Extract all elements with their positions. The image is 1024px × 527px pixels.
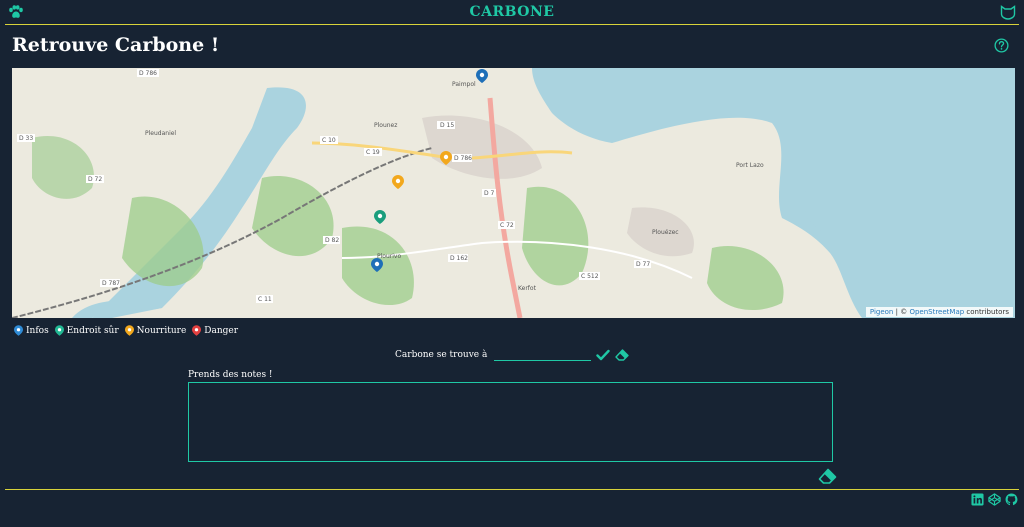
map[interactable]: D 786 Paimpol Plourivo Pleudaniel Ploune…: [12, 68, 1015, 318]
map-label: D 786: [454, 155, 472, 162]
legend-item-danger: Danger: [192, 325, 238, 336]
legend-label: Nourriture: [136, 325, 187, 336]
map-label: Kerfot: [518, 285, 537, 292]
eraser-icon[interactable]: [818, 468, 837, 484]
map-label: D 787: [102, 280, 120, 287]
location-input[interactable]: [494, 349, 592, 361]
attribution-lib-link[interactable]: Pigeon: [870, 308, 893, 316]
linkedin-icon[interactable]: [971, 493, 984, 506]
map-label: Plouézec: [652, 229, 679, 236]
map-label: C 10: [322, 137, 336, 144]
cat-shield-icon[interactable]: [1000, 5, 1016, 20]
map-label: C 72: [500, 222, 514, 229]
github-icon[interactable]: [1005, 493, 1018, 506]
legend-label: Infos: [26, 325, 49, 336]
legend-label: Danger: [204, 325, 239, 336]
brand-title[interactable]: CARBONE: [0, 4, 1024, 20]
map-label: Port Lazo: [736, 162, 764, 169]
eraser-icon[interactable]: [615, 349, 629, 361]
legend-item-infos: Infos: [14, 325, 49, 336]
map-label: C 11: [258, 296, 272, 303]
marker-icon: [124, 325, 134, 336]
footer-divider: [5, 489, 1019, 490]
map-label: D 15: [440, 122, 454, 129]
map-label: Pleudaniel: [145, 130, 176, 137]
map-label: Plourivo: [377, 253, 401, 260]
attribution-suffix: contributors: [966, 308, 1009, 316]
top-bar: CARBONE: [0, 0, 1024, 25]
notes-label: Prends des notes !: [188, 370, 273, 380]
location-label: Carbone se trouve à: [395, 350, 488, 360]
marker-icon: [192, 325, 202, 336]
map-label: Paimpol: [452, 81, 476, 88]
map-label: C 19: [366, 149, 380, 156]
map-label: D 786: [139, 70, 157, 77]
legend-label: Endroit sûr: [66, 325, 119, 336]
map-label: C 512: [581, 273, 599, 280]
map-canvas[interactable]: D 786 Paimpol Plourivo Pleudaniel Ploune…: [12, 68, 1015, 318]
marker-icon: [54, 325, 64, 336]
map-label: D 72: [88, 176, 102, 183]
header-divider: [5, 24, 1019, 25]
map-legend: Infos Endroit sûr Nourriture Danger: [14, 325, 238, 336]
notes-textarea[interactable]: [188, 382, 833, 462]
legend-item-endroit-sur: Endroit sûr: [54, 325, 119, 336]
map-label: D 82: [325, 237, 339, 244]
map-label: D 7: [484, 190, 495, 197]
attribution-source-link[interactable]: OpenStreetMap: [909, 308, 964, 316]
attribution-separator: |: [895, 308, 898, 316]
help-icon[interactable]: [994, 38, 1009, 53]
marker-icon: [14, 325, 23, 336]
codepen-icon[interactable]: [988, 493, 1001, 506]
map-attribution: Pigeon | © OpenStreetMap contributors: [865, 307, 1013, 317]
map-label: Plounez: [374, 122, 397, 129]
check-icon[interactable]: [596, 349, 610, 361]
attribution-copyright: ©: [900, 308, 908, 316]
map-label: D 33: [19, 135, 33, 142]
map-label: D 162: [450, 255, 468, 262]
social-links: [971, 493, 1018, 506]
legend-item-nourriture: Nourriture: [124, 325, 187, 336]
location-row: Carbone se trouve à: [0, 349, 1024, 361]
page-title: Retrouve Carbone !: [12, 34, 220, 56]
map-label: D 77: [636, 261, 650, 268]
